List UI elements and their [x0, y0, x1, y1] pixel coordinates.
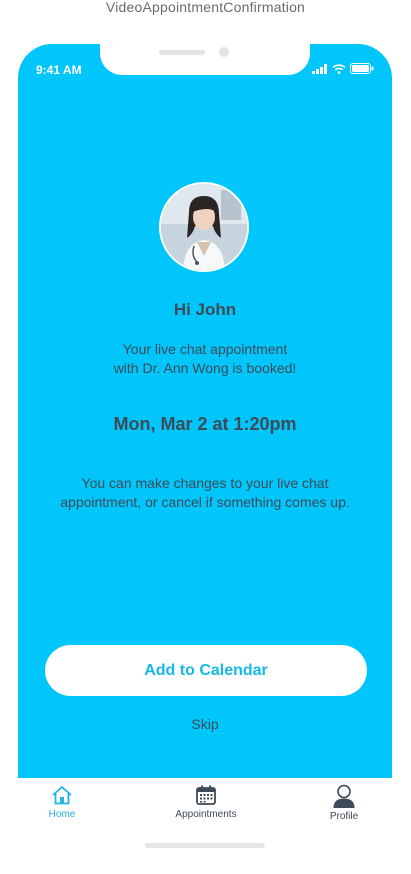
booked-line-1: Your live chat appointment [122, 341, 288, 357]
status-icons [312, 63, 374, 74]
phone-screen: 9:41 AM Hi John Your live chat appointme… [18, 44, 392, 778]
booked-message: Your live chat appointment with Dr. Ann … [55, 340, 355, 378]
artboard-title: VideoAppointmentConfirmation [105, 0, 306, 15]
tab-appointments[interactable]: Appointments [166, 784, 246, 820]
doctor-avatar [159, 182, 249, 272]
tab-bar: Home Appointments Profile [0, 778, 411, 838]
camera [219, 47, 229, 57]
greeting: Hi John [173, 300, 237, 319]
doctor-photo-icon [161, 184, 247, 270]
add-to-calendar-button[interactable]: Add to Calendar [45, 645, 367, 696]
tab-appointments-label: Appointments [175, 809, 237, 820]
home-indicator [145, 843, 265, 848]
signal-icon [312, 63, 327, 74]
skip-link[interactable]: Skip [178, 716, 232, 732]
wifi-icon [332, 63, 346, 74]
status-time: 9:41 AM [36, 63, 82, 77]
profile-icon [333, 784, 355, 808]
booked-line-2: with Dr. Ann Wong is booked! [113, 360, 297, 376]
tab-profile-label: Profile [329, 811, 359, 822]
device-notch [100, 44, 310, 75]
changes-message: You can make changes to your live chat a… [40, 474, 370, 512]
home-icon [52, 786, 72, 805]
calendar-icon [196, 785, 216, 805]
speaker [159, 50, 205, 55]
tab-profile[interactable]: Profile [324, 784, 364, 822]
tab-home-label: Home [48, 809, 76, 820]
battery-icon [350, 63, 374, 74]
tab-home[interactable]: Home [42, 784, 82, 820]
appointment-datetime: Mon, Mar 2 at 1:20pm [113, 414, 297, 434]
changes-line-2: appointment, or cancel if something come… [60, 494, 350, 510]
changes-line-1: You can make changes to your live chat [81, 475, 329, 491]
